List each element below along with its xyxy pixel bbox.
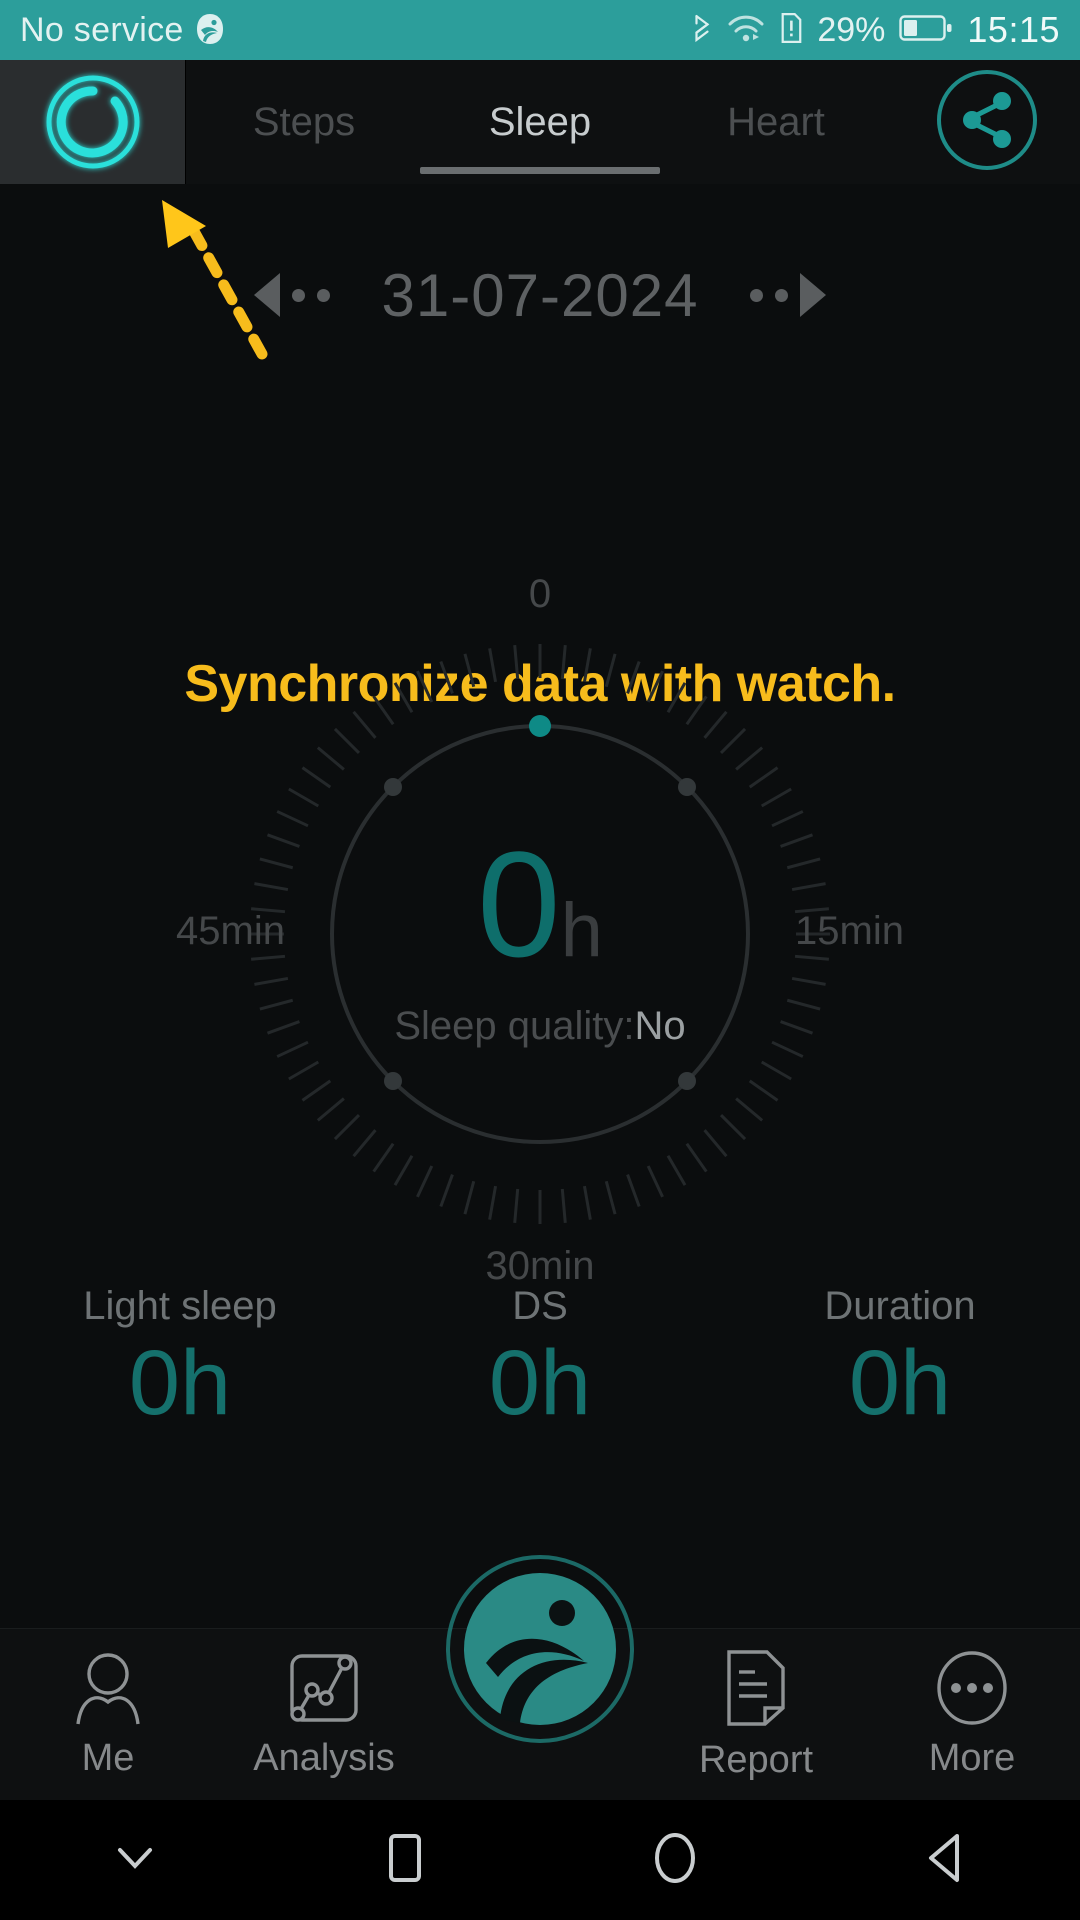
next-day-button[interactable] — [750, 273, 940, 317]
app-logo-icon — [442, 1551, 638, 1747]
sync-button[interactable] — [0, 60, 186, 184]
stat-label: Duration — [824, 1284, 976, 1328]
main-content: 31-07-2024 Synchronize data with watch. — [0, 184, 1080, 1628]
hide-keyboard-button[interactable] — [0, 1842, 270, 1879]
person-icon — [73, 1650, 143, 1731]
wifi-icon — [727, 13, 765, 48]
chart-icon — [286, 1650, 362, 1731]
bluetooth-icon — [691, 11, 713, 50]
stat-duration: Duration 0h — [720, 1284, 1080, 1504]
nav-item-label: Report — [698, 1739, 814, 1781]
bottom-nav-bar: Me Analysis Report More — [0, 1555, 1080, 1801]
nav-item-more[interactable]: More — [864, 1629, 1080, 1801]
share-icon — [932, 65, 1042, 180]
recents-square-icon — [388, 1833, 422, 1888]
sleep-quality-label: Sleep quality: — [394, 1004, 635, 1048]
nav-item-label: More — [928, 1737, 1016, 1779]
sleep-gauge: 0 45min 15min 30min 0h Sleep quality:No — [140, 572, 940, 1288]
stat-label: Light sleep — [83, 1284, 277, 1328]
sleep-total-value: 0h — [140, 829, 940, 979]
sleep-total-number: 0 — [477, 820, 561, 988]
nav-item-analysis[interactable]: Analysis — [216, 1629, 432, 1801]
tab-heart[interactable]: Heart — [658, 60, 894, 184]
hide-keyboard-icon — [112, 1842, 158, 1879]
battery-icon — [899, 14, 953, 47]
status-bar: No service 29% 15:15 — [0, 0, 1080, 60]
stat-label: DS — [512, 1284, 568, 1328]
dashed-arrow-icon — [150, 194, 290, 369]
home-circle-icon — [653, 1832, 697, 1889]
sync-icon — [37, 66, 149, 178]
nav-item-report[interactable]: Report — [648, 1629, 864, 1801]
stat-value: 0h — [128, 1332, 232, 1434]
gauge-label-bottom: 30min — [485, 1244, 595, 1288]
app-logo-icon — [194, 13, 228, 47]
tab-sleep[interactable]: Sleep — [422, 60, 658, 184]
tab-steps-label: Steps — [252, 99, 356, 144]
nav-item-label: Analysis — [253, 1737, 395, 1779]
share-button[interactable] — [894, 60, 1080, 184]
stat-value: 0h — [488, 1332, 592, 1434]
date-label: 31-07-2024 — [381, 261, 699, 329]
status-bar-right: 29% 15:15 — [691, 9, 1060, 51]
chevron-right-icon — [800, 273, 826, 317]
tab-heart-label: Heart — [727, 99, 825, 144]
tab-list: Steps Sleep Heart — [186, 60, 894, 184]
nav-item-me[interactable]: Me — [0, 1629, 216, 1801]
recents-button[interactable] — [270, 1833, 540, 1888]
back-button[interactable] — [810, 1832, 1080, 1889]
stat-value: 0h — [848, 1332, 952, 1434]
android-nav-bar — [0, 1800, 1080, 1920]
sim-alert-icon — [779, 12, 803, 49]
sleep-stats-row: Light sleep 0h DS 0h Duration 0h — [0, 1284, 1080, 1504]
sleep-quality: Sleep quality:No — [140, 1004, 940, 1049]
gauge-start-marker — [529, 715, 551, 737]
sleep-quality-value: No — [634, 1004, 686, 1048]
tab-steps[interactable]: Steps — [186, 60, 422, 184]
document-icon — [723, 1648, 789, 1733]
ellipsis-circle-icon — [934, 1650, 1010, 1731]
nav-dot — [292, 288, 305, 302]
sleep-total-unit: h — [560, 888, 603, 973]
status-bar-left: No service — [20, 11, 691, 50]
home-button[interactable] — [540, 1832, 810, 1889]
nav-dot — [317, 288, 330, 302]
stat-ds: DS 0h — [360, 1284, 720, 1504]
carrier-label: No service — [20, 10, 184, 49]
top-tab-bar: Steps Sleep Heart — [0, 60, 1080, 184]
nav-dot — [775, 288, 788, 302]
tab-sleep-label: Sleep — [488, 99, 592, 144]
gauge-label-top: 0 — [528, 572, 552, 616]
clock-label: 15:15 — [967, 9, 1060, 50]
stat-light-sleep: Light sleep 0h — [0, 1284, 360, 1504]
back-triangle-icon — [925, 1832, 965, 1889]
nav-item-label: Me — [81, 1737, 135, 1779]
battery-percent-label: 29% — [817, 10, 886, 49]
nav-dot — [750, 288, 763, 302]
